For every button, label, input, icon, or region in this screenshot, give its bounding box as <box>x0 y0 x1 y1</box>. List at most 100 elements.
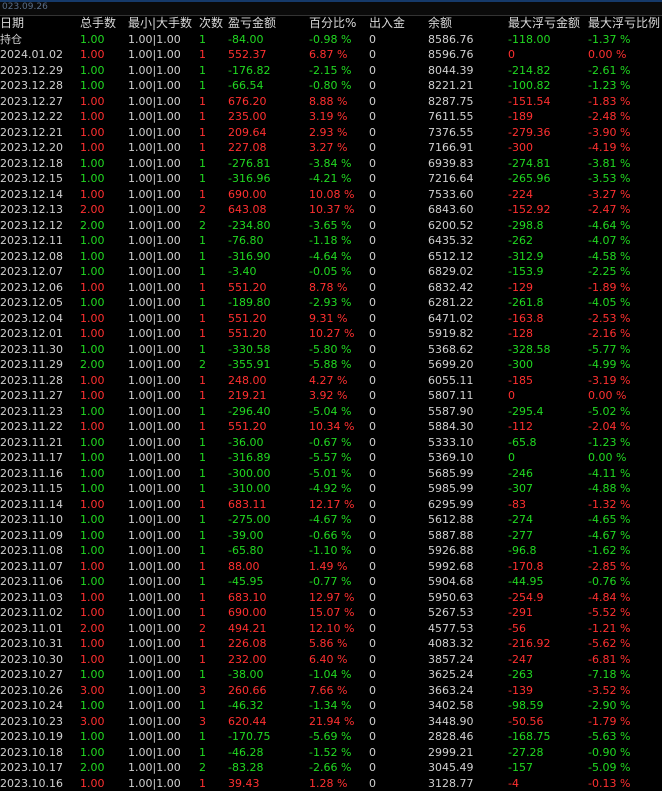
table-row[interactable]: 2023.11.211.001.00|1.001-36.00-0.67 %053… <box>0 435 662 451</box>
cell-maxdd-pct: -5.63 % <box>588 729 630 745</box>
table-row[interactable]: 2023.12.211.001.00|1.001209.642.93 %0737… <box>0 125 662 141</box>
table-row[interactable]: 2023.12.041.001.00|1.001551.209.31 %0647… <box>0 311 662 327</box>
cell-pnl: 551.20 <box>228 311 267 327</box>
cell-pct: -3.84 % <box>309 156 351 172</box>
cell-maxdd-pct: -4.84 % <box>588 590 630 606</box>
header-pnl: 盈亏金额 <box>228 16 276 32</box>
table-row[interactable]: 2023.11.061.001.00|1.001-45.95-0.77 %059… <box>0 574 662 590</box>
table-row[interactable]: 2023.10.271.001.00|1.001-38.00-1.04 %036… <box>0 667 662 683</box>
table-row[interactable]: 2023.11.161.001.00|1.001-300.00-5.01 %05… <box>0 466 662 482</box>
cell-balance: 3128.77 <box>428 776 474 791</box>
cell-lots: 1.00 <box>80 404 105 420</box>
table-row[interactable]: 2023.10.181.001.00|1.001-46.28-1.52 %029… <box>0 745 662 761</box>
table-row[interactable]: 2023.12.151.001.00|1.001-316.96-4.21 %07… <box>0 171 662 187</box>
cell-pct: 12.10 % <box>309 621 354 637</box>
cell-io: 0 <box>369 326 376 342</box>
table-row[interactable]: 2023.10.301.001.00|1.001232.006.40 %0385… <box>0 652 662 668</box>
table-row[interactable]: 2023.10.191.001.00|1.001-170.75-5.69 %02… <box>0 729 662 745</box>
table-row[interactable]: 2023.11.141.001.00|1.001683.1112.17 %062… <box>0 497 662 513</box>
cell-io: 0 <box>369 636 376 652</box>
cell-maxdd-pct: -3.52 % <box>588 683 630 699</box>
table-row[interactable]: 2023.10.172.001.00|1.002-83.28-2.66 %030… <box>0 760 662 776</box>
table-row[interactable]: 2023.10.233.001.00|1.003620.4421.94 %034… <box>0 714 662 730</box>
table-row[interactable]: 2023.11.292.001.00|1.002-355.91-5.88 %05… <box>0 357 662 373</box>
cell-date: 2023.11.01 <box>0 621 63 637</box>
cell-lots: 1.00 <box>80 342 105 358</box>
cell-lots: 1.00 <box>80 326 105 342</box>
table-row[interactable]: 2024.01.021.001.00|1.001552.376.87 %0859… <box>0 47 662 63</box>
cell-count: 1 <box>199 32 206 48</box>
cell-count: 1 <box>199 404 206 420</box>
cell-maxdd: -27.28 <box>508 745 543 761</box>
cell-pct: 10.08 % <box>309 187 354 203</box>
table-row[interactable]: 2023.12.141.001.00|1.001690.0010.08 %075… <box>0 187 662 203</box>
cell-balance: 5950.63 <box>428 590 474 606</box>
cell-maxdd: -128 <box>508 326 533 342</box>
table-row[interactable]: 2023.12.281.001.00|1.001-66.54-0.80 %082… <box>0 78 662 94</box>
cell-maxdd: -295.4 <box>508 404 543 420</box>
holding-label: 持仓 <box>0 32 22 48</box>
cell-pnl: 683.10 <box>228 590 267 606</box>
table-row[interactable]: 2023.11.231.001.00|1.001-296.40-5.04 %05… <box>0 404 662 420</box>
table-row[interactable]: 2023.12.111.001.00|1.001-76.80-1.18 %064… <box>0 233 662 249</box>
cell-maxdd-pct: -5.62 % <box>588 636 630 652</box>
table-row[interactable]: 2023.12.132.001.00|1.002643.0810.37 %068… <box>0 202 662 218</box>
table-row[interactable]: 2023.12.061.001.00|1.001551.208.78 %0683… <box>0 280 662 296</box>
table-row[interactable]: 2023.12.122.001.00|1.002-234.80-3.65 %06… <box>0 218 662 234</box>
holding-row[interactable]: 持仓 1.00 1.00|1.00 1 -84.00 -0.98 % 0 858… <box>0 32 662 48</box>
cell-minmax: 1.00|1.00 <box>128 435 181 451</box>
table-row[interactable]: 2023.11.031.001.00|1.001683.1012.97 %059… <box>0 590 662 606</box>
table-row[interactable]: 2023.12.071.001.00|1.001-3.40-0.05 %0682… <box>0 264 662 280</box>
cell-count: 1 <box>199 636 206 652</box>
cell-maxdd: -307 <box>508 481 533 497</box>
cell-lots: 1.00 <box>80 156 105 172</box>
table-row[interactable]: 2023.11.171.001.00|1.001-316.89-5.57 %05… <box>0 450 662 466</box>
table-row[interactable]: 2023.12.011.001.00|1.001551.2010.27 %059… <box>0 326 662 342</box>
cell-pnl: 620.44 <box>228 714 267 730</box>
cell-io: 0 <box>369 574 376 590</box>
table-row[interactable]: 2023.12.181.001.00|1.001-276.81-3.84 %06… <box>0 156 662 172</box>
cell-lots: 1.00 <box>80 233 105 249</box>
cell-pnl: 88.00 <box>228 559 260 575</box>
cell-io: 0 <box>369 264 376 280</box>
table-row[interactable]: 2023.12.051.001.00|1.001-189.80-2.93 %06… <box>0 295 662 311</box>
table-row[interactable]: 2023.10.241.001.00|1.001-46.32-1.34 %034… <box>0 698 662 714</box>
table-row[interactable]: 2023.11.012.001.00|1.002494.2112.10 %045… <box>0 621 662 637</box>
cell-lots: 1.00 <box>80 94 105 110</box>
cell-maxdd: -189 <box>508 109 533 125</box>
cell-pnl: -316.96 <box>228 171 270 187</box>
table-row[interactable]: 2023.11.221.001.00|1.001551.2010.34 %058… <box>0 419 662 435</box>
cell-date: 2023.10.18 <box>0 745 63 761</box>
table-row[interactable]: 2023.12.271.001.00|1.001676.208.88 %0828… <box>0 94 662 110</box>
cell-maxdd-pct: -1.62 % <box>588 543 630 559</box>
cell-pct: -1.10 % <box>309 543 351 559</box>
cell-pct: 1.28 % <box>309 776 347 791</box>
table-row[interactable]: 2023.12.291.001.00|1.001-176.82-2.15 %08… <box>0 63 662 79</box>
cell-balance: 8596.76 <box>428 47 474 63</box>
table-row[interactable]: 2023.11.101.001.00|1.001-275.00-4.67 %05… <box>0 512 662 528</box>
table-row[interactable]: 2023.12.201.001.00|1.001227.083.27 %0716… <box>0 140 662 156</box>
table-row[interactable]: 2023.11.071.001.00|1.00188.001.49 %05992… <box>0 559 662 575</box>
cell-pct: 21.94 % <box>309 714 354 730</box>
table-row[interactable]: 2023.12.081.001.00|1.001-316.90-4.64 %06… <box>0 249 662 265</box>
table-row[interactable]: 2023.10.263.001.00|1.003260.667.66 %0366… <box>0 683 662 699</box>
cell-minmax: 1.00|1.00 <box>128 698 181 714</box>
cell-count: 3 <box>199 683 206 699</box>
table-row[interactable]: 2023.11.091.001.00|1.001-39.00-0.66 %058… <box>0 528 662 544</box>
table-row[interactable]: 2023.10.311.001.00|1.001226.085.86 %0408… <box>0 636 662 652</box>
cell-lots: 2.00 <box>80 621 105 637</box>
table-row[interactable]: 2023.11.081.001.00|1.001-65.80-1.10 %059… <box>0 543 662 559</box>
table-row[interactable]: 2023.12.221.001.00|1.001235.003.19 %0761… <box>0 109 662 125</box>
cell-io: 0 <box>369 760 376 776</box>
table-row[interactable]: 2023.11.301.001.00|1.001-330.58-5.80 %05… <box>0 342 662 358</box>
cell-date: 2023.12.20 <box>0 140 63 156</box>
cell-minmax: 1.00|1.00 <box>128 326 181 342</box>
cell-maxdd-pct: 0.00 % <box>588 388 626 404</box>
table-row[interactable]: 2023.10.161.001.00|1.00139.431.28 %03128… <box>0 776 662 791</box>
table-row[interactable]: 2023.11.021.001.00|1.001690.0015.07 %052… <box>0 605 662 621</box>
table-row[interactable]: 2023.11.281.001.00|1.001248.004.27 %0605… <box>0 373 662 389</box>
table-row[interactable]: 2023.11.151.001.00|1.001-310.00-4.92 %05… <box>0 481 662 497</box>
table-row[interactable]: 2023.11.271.001.00|1.001219.213.92 %0580… <box>0 388 662 404</box>
cell-balance: 3448.90 <box>428 714 474 730</box>
cell-lots: 1.00 <box>80 466 105 482</box>
